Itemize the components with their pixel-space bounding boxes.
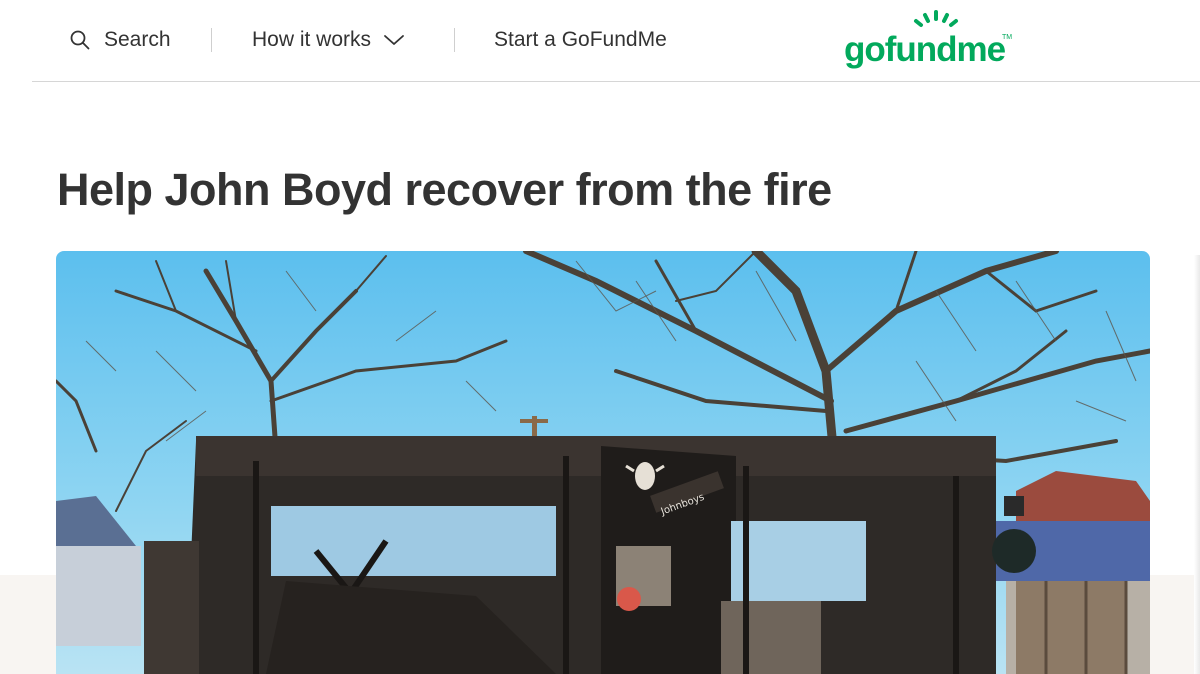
search-button[interactable]: Search — [70, 26, 171, 54]
search-icon — [70, 30, 90, 50]
how-it-works-menu[interactable]: How it works — [252, 26, 405, 54]
chevron-down-icon — [384, 35, 404, 45]
burned-shed-photo: Johnboys — [56, 251, 1150, 674]
side-panel-edge — [1194, 255, 1200, 674]
nav-divider — [454, 28, 455, 52]
search-label: Search — [104, 28, 171, 51]
start-label: Start a GoFundMe — [494, 28, 667, 51]
how-it-works-label: How it works — [252, 28, 372, 51]
start-a-gofundme-link[interactable]: Start a GoFundMe — [494, 26, 667, 54]
nav-divider — [211, 28, 212, 52]
logo-trademark: TM — [1002, 34, 1013, 41]
logo-wordmark: gofundme — [844, 30, 1006, 69]
campaign-hero-image[interactable]: Johnboys — [56, 251, 1150, 674]
top-navigation: Search How it works Start a GoFundMe gof… — [32, 0, 1200, 82]
campaign-title: Help John Boyd recover from the fire — [57, 164, 832, 215]
gofundme-logo[interactable]: gofundme TM — [844, 8, 1019, 70]
